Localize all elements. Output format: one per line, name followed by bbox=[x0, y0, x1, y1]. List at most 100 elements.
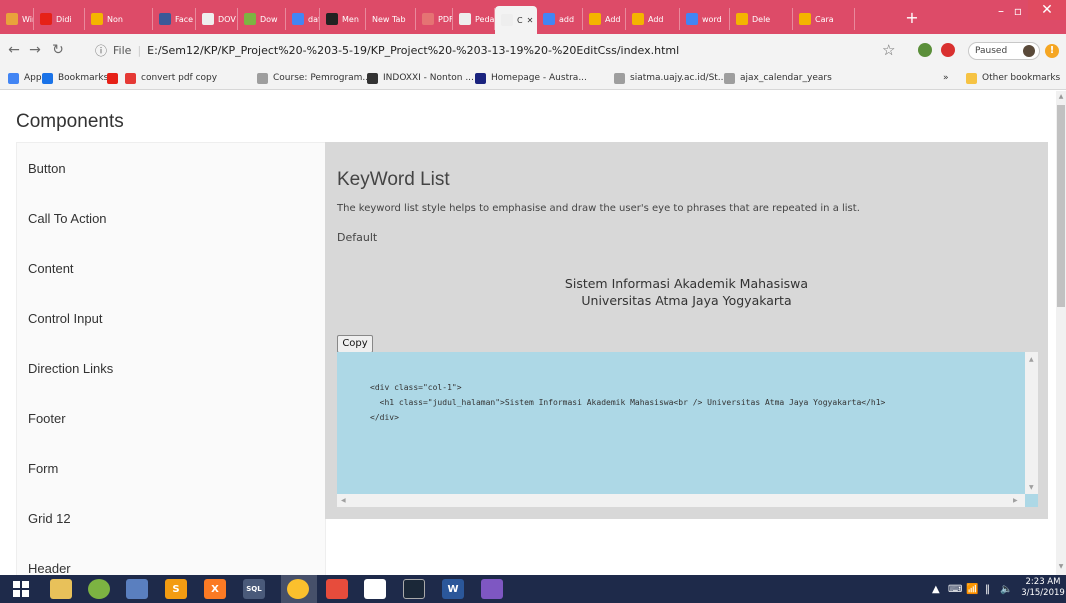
more-bookmarks-button[interactable]: » bbox=[943, 71, 949, 85]
sidebar-item[interactable]: Footer bbox=[28, 411, 66, 426]
bookmark-item[interactable]: siatma.uajy.ac.id/St... bbox=[614, 71, 726, 85]
maximize-window-button[interactable]: ▫ bbox=[1010, 2, 1026, 20]
components-sidebar[interactable]: Button Call To Action Content Control Input… bbox=[16, 142, 326, 575]
bookmark-item[interactable] bbox=[107, 71, 123, 85]
sql-tool-icon[interactable]: SQL bbox=[243, 579, 265, 599]
back-button[interactable]: ← bbox=[5, 40, 23, 60]
volume-icon[interactable]: 🔈 bbox=[1000, 584, 1012, 595]
code-block[interactable]: <div class="col-1"> <h1 class="judul_hal… bbox=[337, 352, 1038, 507]
adblock-extension-icon[interactable] bbox=[941, 43, 955, 57]
sidebar-item[interactable]: Grid 12 bbox=[28, 511, 71, 526]
address-bar[interactable]: ⓘ File | E:/Sem12/KP/KP_Project%20-%203-… bbox=[95, 39, 885, 61]
update-warning-icon[interactable]: ! bbox=[1045, 44, 1059, 58]
pdf-tab-icon bbox=[422, 13, 434, 25]
browser-tab[interactable]: Dele bbox=[730, 8, 793, 30]
bookmark-star-icon[interactable]: ☆ bbox=[882, 41, 895, 59]
apps-grid-icon bbox=[8, 72, 19, 84]
browser-tab[interactable]: Men bbox=[320, 8, 366, 30]
bookmark-item[interactable]: Course: Pemrogram... bbox=[257, 71, 371, 85]
other-bookmarks-folder[interactable]: Other bookmarks bbox=[966, 71, 1060, 85]
scroll-right-icon[interactable]: ▶ bbox=[1013, 497, 1018, 504]
slack-tab-icon bbox=[632, 13, 644, 25]
minimize-window-button[interactable]: – bbox=[993, 2, 1009, 20]
bookmark-item[interactable]: Bookmarks bbox=[42, 71, 108, 85]
browser-tab[interactable]: PDF bbox=[416, 8, 453, 30]
paint-icon[interactable] bbox=[481, 579, 503, 599]
youtube-bookmark-icon bbox=[107, 72, 118, 84]
browser-tab[interactable]: Dow bbox=[238, 8, 286, 30]
browser-tab-strip: Wind Didi Non Face DOV Dow daft Men New Tab PDF Pe… bbox=[0, 0, 1066, 34]
panel-description: The keyword list style helps to emphasis… bbox=[337, 203, 860, 214]
network-icon[interactable]: 📶 bbox=[966, 584, 978, 595]
google-tab-icon bbox=[686, 13, 698, 25]
extension-icon[interactable] bbox=[918, 43, 932, 57]
bookmark-item[interactable]: ajax_calendar_years bbox=[724, 71, 832, 85]
layers-app-icon[interactable] bbox=[326, 579, 348, 599]
profile-paused-button[interactable]: Paused bbox=[968, 42, 1040, 60]
browser-tab[interactable]: DOV bbox=[196, 8, 238, 30]
youtube-tab-icon bbox=[40, 13, 52, 25]
browser-tab[interactable]: Non bbox=[85, 8, 153, 30]
windows-tab-icon bbox=[6, 13, 18, 25]
page-scroll-down-icon[interactable]: ▼ bbox=[1056, 563, 1066, 570]
bookmark-item[interactable]: INDOXXI - Nonton ... bbox=[367, 71, 474, 85]
browser-tab[interactable]: Add bbox=[626, 8, 680, 30]
new-tab-button[interactable]: + bbox=[901, 8, 923, 28]
document-tab-icon bbox=[459, 13, 471, 25]
page-scrollbar[interactable]: ▲ ▼ bbox=[1056, 91, 1066, 575]
sidebar-item[interactable]: Form bbox=[28, 461, 58, 476]
forward-button[interactable]: → bbox=[26, 40, 44, 60]
close-window-button[interactable]: ✕ bbox=[1028, 0, 1066, 20]
browser-tab[interactable]: Add bbox=[583, 8, 626, 30]
chrome-icon[interactable] bbox=[287, 579, 309, 599]
copy-button[interactable]: Copy bbox=[337, 335, 373, 353]
android-studio-icon[interactable] bbox=[88, 579, 110, 599]
browser-tab[interactable]: word bbox=[680, 8, 730, 30]
browser-tab[interactable]: C ✕ bbox=[495, 6, 537, 34]
tab-label: Face bbox=[175, 14, 194, 24]
browser-tab[interactable]: Didi bbox=[34, 8, 85, 30]
slack-tab-icon bbox=[589, 13, 601, 25]
sidebar-item[interactable]: Control Input bbox=[28, 311, 102, 326]
site-info-icon[interactable]: ⓘ bbox=[95, 42, 107, 59]
steam-icon[interactable] bbox=[403, 579, 425, 599]
sublime-text-icon[interactable]: S bbox=[165, 579, 187, 599]
browser-tab[interactable]: Peda bbox=[453, 8, 495, 30]
browser-tab[interactable]: Face bbox=[153, 8, 196, 30]
xampp-icon[interactable]: X bbox=[204, 579, 226, 599]
sidebar-item[interactable]: Call To Action bbox=[28, 211, 107, 226]
bookmark-item[interactable]: convert pdf copy bbox=[125, 71, 217, 85]
word-icon[interactable]: W bbox=[442, 579, 464, 599]
slack-tab-icon bbox=[736, 13, 748, 25]
browser-tab[interactable]: New Tab bbox=[366, 8, 416, 30]
bookmark-item[interactable]: Apps bbox=[8, 71, 46, 85]
file-explorer-icon[interactable] bbox=[50, 579, 72, 599]
scroll-left-icon[interactable]: ◀ bbox=[341, 497, 346, 504]
windows-start-icon[interactable] bbox=[10, 579, 32, 599]
scroll-down-icon[interactable]: ▼ bbox=[1029, 484, 1034, 491]
browser-tab[interactable]: daft bbox=[286, 8, 320, 30]
remote-desktop-icon[interactable] bbox=[126, 579, 148, 599]
reload-button[interactable]: ↻ bbox=[49, 40, 67, 60]
close-tab-icon[interactable]: ✕ bbox=[527, 16, 534, 25]
browser-tab[interactable]: Cara bbox=[793, 8, 855, 30]
keyboard-icon[interactable]: ⌨ bbox=[948, 584, 962, 595]
demo-preview: Sistem Informasi Akademik Mahasiswa Univ… bbox=[325, 275, 1048, 309]
sidebar-item[interactable]: Direction Links bbox=[28, 361, 113, 376]
sidebar-item[interactable]: Header bbox=[28, 561, 71, 575]
sidebar-item[interactable]: Content bbox=[28, 261, 74, 276]
bookmark-item[interactable]: Homepage - Austra... bbox=[475, 71, 587, 85]
tray-expand-icon[interactable]: ▲ bbox=[932, 584, 940, 595]
tab-label: word bbox=[702, 14, 722, 24]
code-vertical-scrollbar[interactable]: ▲ ▼ bbox=[1025, 352, 1038, 494]
scroll-up-icon[interactable]: ▲ bbox=[1029, 356, 1034, 363]
page-scroll-thumb[interactable] bbox=[1057, 105, 1065, 307]
window-app-icon[interactable] bbox=[364, 579, 386, 599]
sidebar-item[interactable]: Button bbox=[28, 161, 66, 176]
browser-tab[interactable]: add bbox=[537, 8, 583, 30]
code-horizontal-scrollbar[interactable]: ◀ ▶ bbox=[337, 494, 1025, 507]
wifi-icon[interactable]: ‖ bbox=[985, 584, 990, 595]
taskbar-clock[interactable]: 2:23 AM 3/15/2019 bbox=[1020, 577, 1066, 599]
browser-tab[interactable]: Wind bbox=[0, 8, 34, 30]
page-scroll-up-icon[interactable]: ▲ bbox=[1056, 93, 1066, 100]
